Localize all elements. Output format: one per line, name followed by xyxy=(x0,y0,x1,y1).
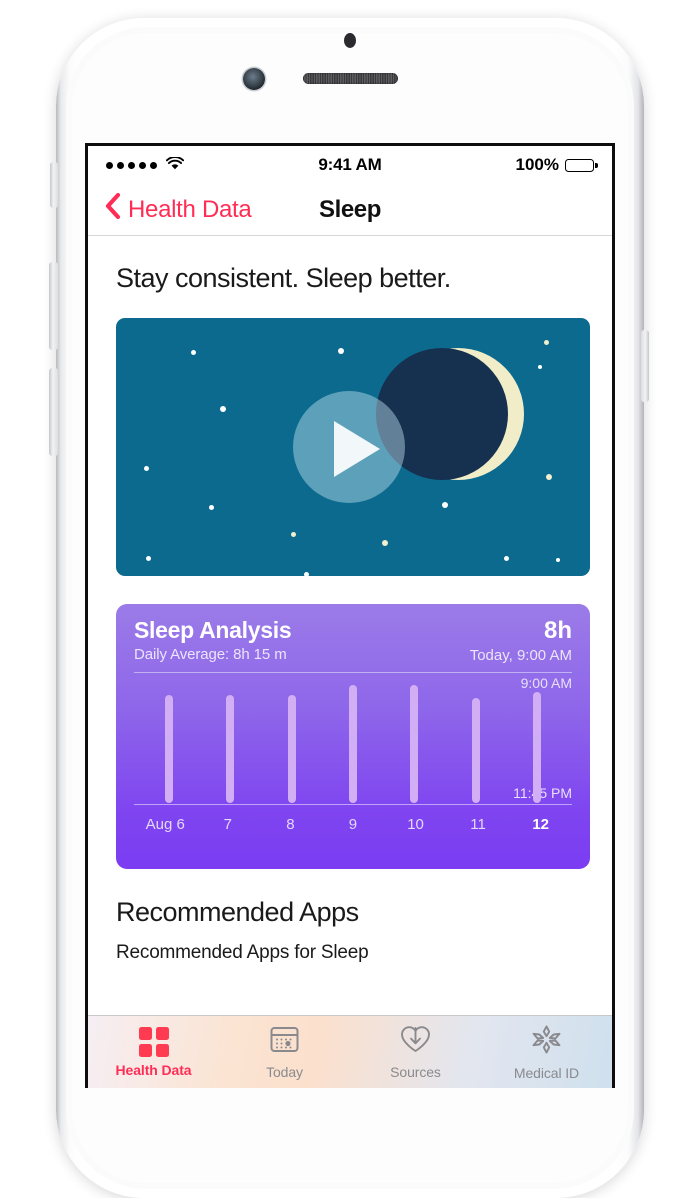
tab-label: Medical ID xyxy=(513,1064,580,1081)
sleep-bar-chart: 9:00 AM 11:45 PM xyxy=(134,675,572,803)
headline-text: Stay consistent. Sleep better. xyxy=(116,263,451,293)
chart-x-label: Aug 6 xyxy=(145,815,185,833)
star-dot-icon xyxy=(209,505,214,510)
back-button-label: Health Data xyxy=(128,195,252,223)
earpiece-speaker-icon xyxy=(303,73,398,84)
sleep-card-header-left: Sleep Analysis Daily Average: 8h 15 m xyxy=(134,617,292,663)
tab-sources[interactable]: Sources xyxy=(350,1016,481,1088)
signal-dot-icon xyxy=(139,161,146,169)
volume-up-button[interactable] xyxy=(49,262,58,350)
signal-dot-icon xyxy=(150,161,157,169)
star-dot-icon xyxy=(146,556,151,561)
recommended-apps-subtitle: Recommended Apps for Sleep xyxy=(116,942,369,963)
scroll-content: Stay consistent. Sleep better. Sleep Ana… xyxy=(88,263,612,964)
phone-screen: 9:41 AM 100% Health Data Sleep Stay cons… xyxy=(85,143,615,1088)
sleep-card-title: Sleep Analysis xyxy=(134,617,292,643)
star-dot-icon xyxy=(144,466,149,471)
moon-illustration xyxy=(376,348,524,480)
sleep-video-thumbnail[interactable] xyxy=(116,318,590,576)
wifi-icon xyxy=(165,155,185,175)
medical-asterisk-icon xyxy=(531,1024,562,1060)
chart-bar xyxy=(287,695,296,803)
tab-bar: Health Data Today Sources Medical ID xyxy=(88,1015,612,1088)
chart-bar xyxy=(164,695,173,803)
chart-x-axis: Aug 6 7 8 9 10 11 12 xyxy=(134,805,572,833)
tab-medical-id[interactable]: Medical ID xyxy=(481,1016,612,1088)
battery-percent-label: 100% xyxy=(515,155,559,174)
star-dot-icon xyxy=(220,406,226,412)
sleep-card-header-right: 8h Today, 9:00 AM xyxy=(469,617,572,664)
star-dot-icon xyxy=(442,502,448,508)
tab-label: Health Data xyxy=(115,1061,192,1078)
star-dot-icon xyxy=(504,556,509,561)
back-button[interactable]: Health Data xyxy=(104,192,252,227)
sleep-analysis-card[interactable]: Sleep Analysis Daily Average: 8h 15 m 8h… xyxy=(116,604,590,869)
star-dot-icon xyxy=(538,365,542,369)
chart-bar xyxy=(471,697,480,803)
sleep-card-value: 8h xyxy=(543,617,572,644)
chart-x-label: 7 xyxy=(223,815,233,833)
star-dot-icon xyxy=(191,350,196,355)
chart-x-label: 10 xyxy=(407,815,424,833)
chart-x-label: 11 xyxy=(470,815,486,833)
star-dot-icon xyxy=(338,348,344,354)
chevron-left-icon xyxy=(104,192,121,227)
signal-dot-icon xyxy=(128,161,135,169)
proximity-sensor-icon xyxy=(344,33,356,48)
front-camera-icon xyxy=(243,68,265,90)
star-dot-icon xyxy=(291,532,296,537)
calendar-icon xyxy=(269,1024,300,1059)
chart-bar xyxy=(348,685,357,803)
recommended-apps-title: Recommended Apps xyxy=(116,897,359,927)
status-bar: 9:41 AM 100% xyxy=(88,146,612,184)
battery-icon xyxy=(565,158,598,172)
tab-label: Sources xyxy=(390,1064,441,1080)
status-bar-left xyxy=(106,155,185,175)
power-button[interactable] xyxy=(641,330,649,402)
heart-download-icon xyxy=(399,1024,432,1059)
volume-down-button[interactable] xyxy=(49,368,58,456)
tab-health-data[interactable]: Health Data xyxy=(88,1016,219,1088)
chart-x-label: 8 xyxy=(286,815,295,833)
ring-silent-switch[interactable] xyxy=(50,162,58,208)
card-divider xyxy=(134,671,572,673)
signal-dot-icon xyxy=(106,161,113,169)
signal-dot-icon xyxy=(117,161,124,169)
star-dot-icon xyxy=(546,474,552,480)
tab-label: Today xyxy=(266,1064,303,1080)
star-dot-icon xyxy=(382,540,388,546)
sleep-card-subtitle: Daily Average: 8h 15 m xyxy=(134,645,287,663)
chart-bar xyxy=(533,691,542,803)
play-triangle-icon xyxy=(334,421,380,477)
star-dot-icon xyxy=(304,572,309,576)
health-squares-icon xyxy=(138,1026,169,1057)
star-dot-icon xyxy=(556,558,560,562)
tab-today[interactable]: Today xyxy=(219,1016,350,1088)
navigation-bar: Health Data Sleep xyxy=(88,184,612,236)
chart-bar xyxy=(226,695,235,803)
sleep-card-header: Sleep Analysis Daily Average: 8h 15 m 8h… xyxy=(134,617,572,664)
sleep-card-timestamp: Today, 9:00 AM xyxy=(469,646,572,664)
star-dot-icon xyxy=(544,340,549,345)
chart-bar xyxy=(410,685,419,803)
chart-bars xyxy=(138,675,568,803)
chart-x-label: 9 xyxy=(348,815,358,833)
chart-x-label: 12 xyxy=(532,815,549,833)
screenshot-stage: 9:41 AM 100% Health Data Sleep Stay cons… xyxy=(0,0,700,1198)
status-bar-right: 100% xyxy=(515,155,598,175)
